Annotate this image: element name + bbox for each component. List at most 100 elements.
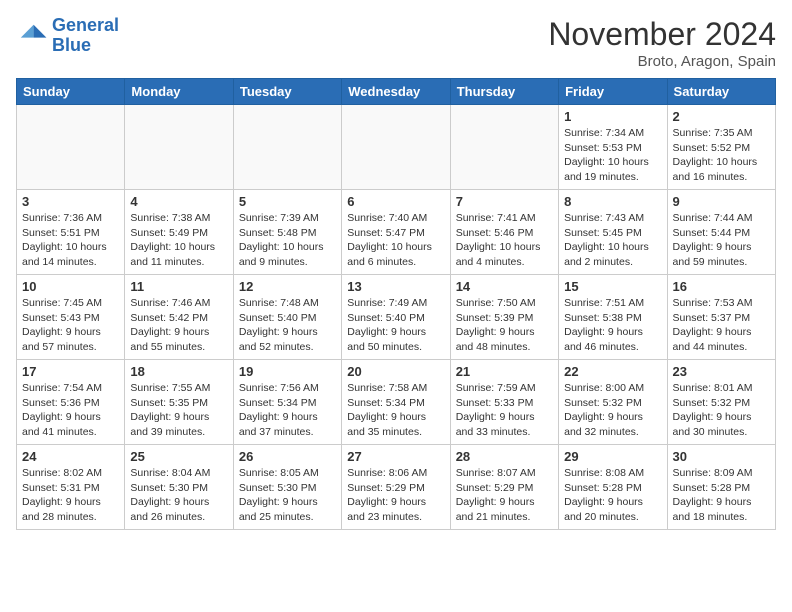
day-cell: 4Sunrise: 7:38 AM Sunset: 5:49 PM Daylig… (125, 190, 233, 275)
day-info: Sunrise: 7:50 AM Sunset: 5:39 PM Dayligh… (456, 296, 553, 355)
weekday-header-row: SundayMondayTuesdayWednesdayThursdayFrid… (17, 79, 776, 105)
day-number: 12 (239, 279, 336, 294)
day-info: Sunrise: 7:41 AM Sunset: 5:46 PM Dayligh… (456, 211, 553, 270)
day-number: 16 (673, 279, 770, 294)
day-number: 29 (564, 449, 661, 464)
day-info: Sunrise: 7:56 AM Sunset: 5:34 PM Dayligh… (239, 381, 336, 440)
page-header: General Blue November 2024 Broto, Aragon… (16, 16, 776, 70)
day-cell: 30 Sunrise: 8:09 AM Sunset: 5:28 PM Dayli… (667, 445, 775, 530)
day-info: Sunrise: 8:00 AM Sunset: 5:32 PM Dayligh… (564, 381, 661, 440)
weekday-header-sunday: Sunday (17, 79, 125, 105)
day-cell: 14 Sunrise: 7:50 AM Sunset: 5:39 PM Dayli… (450, 275, 558, 360)
day-cell: 8 Sunrise: 7:43 AM Sunset: 5:45 PM Daylig… (559, 190, 667, 275)
day-cell: 5 Sunrise: 7:39 AM Sunset: 5:48 PM Daylig… (233, 190, 341, 275)
weekday-header-saturday: Saturday (667, 79, 775, 105)
day-cell: 20 Sunrise: 7:58 AM Sunset: 5:34 PM Dayli… (342, 360, 450, 445)
day-cell: 29Sunrise: 8:08 AM Sunset: 5:28 PM Dayli… (559, 445, 667, 530)
day-cell: 13Sunrise: 7:49 AM Sunset: 5:40 PM Dayli… (342, 275, 450, 360)
weekday-header-tuesday: Tuesday (233, 79, 341, 105)
day-number: 8 (564, 194, 661, 209)
day-cell (233, 105, 341, 190)
day-number: 20 (347, 364, 444, 379)
day-cell: 11 Sunrise: 7:46 AM Sunset: 5:42 PM Dayli… (125, 275, 233, 360)
day-cell: 23Sunrise: 8:01 AM Sunset: 5:32 PM Dayli… (667, 360, 775, 445)
day-cell: 17Sunrise: 7:54 AM Sunset: 5:36 PM Dayli… (17, 360, 125, 445)
logo-line1: General (52, 15, 119, 35)
day-cell: 22 Sunrise: 8:00 AM Sunset: 5:32 PM Dayli… (559, 360, 667, 445)
day-number: 30 (673, 449, 770, 464)
day-number: 27 (347, 449, 444, 464)
logo: General Blue (16, 16, 119, 56)
week-row-4: 17Sunrise: 7:54 AM Sunset: 5:36 PM Dayli… (17, 360, 776, 445)
day-cell: 16 Sunrise: 7:53 AM Sunset: 5:37 PM Dayli… (667, 275, 775, 360)
day-number: 15 (564, 279, 661, 294)
weekday-header-thursday: Thursday (450, 79, 558, 105)
day-number: 22 (564, 364, 661, 379)
day-cell: 6 Sunrise: 7:40 AM Sunset: 5:47 PM Daylig… (342, 190, 450, 275)
title-block: November 2024 Broto, Aragon, Spain (548, 16, 776, 70)
day-number: 7 (456, 194, 553, 209)
day-number: 14 (456, 279, 553, 294)
day-info: Sunrise: 7:36 AM Sunset: 5:51 PM Dayligh… (22, 211, 119, 270)
logo-icon (16, 20, 48, 52)
weekday-header-monday: Monday (125, 79, 233, 105)
day-cell: 24 Sunrise: 8:02 AM Sunset: 5:31 PM Dayli… (17, 445, 125, 530)
day-cell (125, 105, 233, 190)
day-number: 11 (130, 279, 227, 294)
day-number: 4 (130, 194, 227, 209)
day-info: Sunrise: 8:07 AM Sunset: 5:29 PM Dayligh… (456, 466, 553, 525)
day-cell: 10 Sunrise: 7:45 AM Sunset: 5:43 PM Dayli… (17, 275, 125, 360)
day-info: Sunrise: 7:58 AM Sunset: 5:34 PM Dayligh… (347, 381, 444, 440)
day-cell: 15Sunrise: 7:51 AM Sunset: 5:38 PM Dayli… (559, 275, 667, 360)
day-cell: 19Sunrise: 7:56 AM Sunset: 5:34 PM Dayli… (233, 360, 341, 445)
day-cell: 26 Sunrise: 8:05 AM Sunset: 5:30 PM Dayli… (233, 445, 341, 530)
day-cell: 1 Sunrise: 7:34 AM Sunset: 5:53 PM Daylig… (559, 105, 667, 190)
day-info: Sunrise: 7:39 AM Sunset: 5:48 PM Dayligh… (239, 211, 336, 270)
day-info: Sunrise: 8:01 AM Sunset: 5:32 PM Dayligh… (673, 381, 770, 440)
week-row-1: 1 Sunrise: 7:34 AM Sunset: 5:53 PM Daylig… (17, 105, 776, 190)
location: Broto, Aragon, Spain (548, 53, 776, 70)
day-number: 1 (564, 109, 661, 124)
day-number: 6 (347, 194, 444, 209)
day-cell (342, 105, 450, 190)
day-info: Sunrise: 7:43 AM Sunset: 5:45 PM Dayligh… (564, 211, 661, 270)
day-info: Sunrise: 7:34 AM Sunset: 5:53 PM Dayligh… (564, 126, 661, 185)
day-info: Sunrise: 7:46 AM Sunset: 5:42 PM Dayligh… (130, 296, 227, 355)
day-info: Sunrise: 8:02 AM Sunset: 5:31 PM Dayligh… (22, 466, 119, 525)
weekday-header-wednesday: Wednesday (342, 79, 450, 105)
day-number: 28 (456, 449, 553, 464)
day-number: 3 (22, 194, 119, 209)
week-row-3: 10 Sunrise: 7:45 AM Sunset: 5:43 PM Dayli… (17, 275, 776, 360)
day-info: Sunrise: 8:05 AM Sunset: 5:30 PM Dayligh… (239, 466, 336, 525)
day-number: 25 (130, 449, 227, 464)
day-info: Sunrise: 8:09 AM Sunset: 5:28 PM Dayligh… (673, 466, 770, 525)
weekday-header-friday: Friday (559, 79, 667, 105)
day-number: 24 (22, 449, 119, 464)
day-cell: 3 Sunrise: 7:36 AM Sunset: 5:51 PM Daylig… (17, 190, 125, 275)
month-title: November 2024 (548, 16, 776, 53)
day-number: 26 (239, 449, 336, 464)
day-info: Sunrise: 7:40 AM Sunset: 5:47 PM Dayligh… (347, 211, 444, 270)
day-number: 10 (22, 279, 119, 294)
day-cell: 9 Sunrise: 7:44 AM Sunset: 5:44 PM Daylig… (667, 190, 775, 275)
day-info: Sunrise: 7:59 AM Sunset: 5:33 PM Dayligh… (456, 381, 553, 440)
day-info: Sunrise: 7:53 AM Sunset: 5:37 PM Dayligh… (673, 296, 770, 355)
day-info: Sunrise: 7:49 AM Sunset: 5:40 PM Dayligh… (347, 296, 444, 355)
day-cell: 7 Sunrise: 7:41 AM Sunset: 5:46 PM Daylig… (450, 190, 558, 275)
day-cell: 25Sunrise: 8:04 AM Sunset: 5:30 PM Dayli… (125, 445, 233, 530)
day-info: Sunrise: 7:35 AM Sunset: 5:52 PM Dayligh… (673, 126, 770, 185)
day-cell: 28 Sunrise: 8:07 AM Sunset: 5:29 PM Dayli… (450, 445, 558, 530)
day-info: Sunrise: 7:48 AM Sunset: 5:40 PM Dayligh… (239, 296, 336, 355)
day-cell: 27 Sunrise: 8:06 AM Sunset: 5:29 PM Dayli… (342, 445, 450, 530)
day-info: Sunrise: 8:06 AM Sunset: 5:29 PM Dayligh… (347, 466, 444, 525)
day-info: Sunrise: 7:44 AM Sunset: 5:44 PM Dayligh… (673, 211, 770, 270)
day-info: Sunrise: 7:45 AM Sunset: 5:43 PM Dayligh… (22, 296, 119, 355)
day-number: 18 (130, 364, 227, 379)
week-row-5: 24 Sunrise: 8:02 AM Sunset: 5:31 PM Dayli… (17, 445, 776, 530)
day-number: 9 (673, 194, 770, 209)
day-number: 5 (239, 194, 336, 209)
day-number: 2 (673, 109, 770, 124)
day-cell (17, 105, 125, 190)
day-info: Sunrise: 7:55 AM Sunset: 5:35 PM Dayligh… (130, 381, 227, 440)
day-number: 17 (22, 364, 119, 379)
